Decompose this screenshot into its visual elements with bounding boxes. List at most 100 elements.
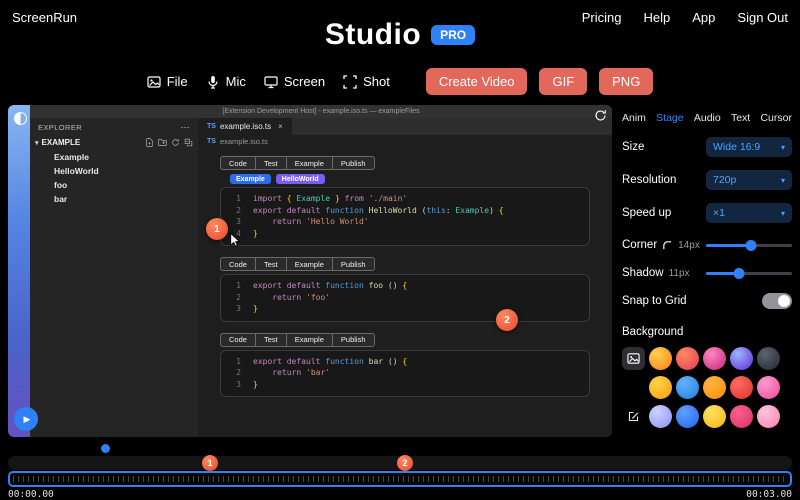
breadcrumb[interactable]: TS example.iso.ts [198,135,612,148]
file-item-bar[interactable]: bar [30,192,198,206]
background-swatch[interactable] [649,347,672,370]
symbol-badge[interactable]: HelloWorld [275,174,325,184]
code-card-tab[interactable]: Example [285,332,333,347]
code-line: 1 import { Example } from './main' [229,193,581,205]
source-mic-button[interactable]: Mic [206,74,246,89]
close-tab-icon[interactable]: × [278,122,283,131]
background-swatch[interactable] [730,347,753,370]
anim-step-marker-2[interactable]: 2 [496,309,518,331]
resolution-select[interactable]: 720p ▾ [706,170,792,190]
background-swatch[interactable] [676,405,699,428]
background-swatch[interactable] [649,376,672,399]
source-screen-label: Screen [283,74,326,89]
background-swatch[interactable] [649,405,672,428]
timeline-ruler[interactable] [8,471,792,487]
refresh-preview-icon[interactable] [594,109,607,122]
explorer-section-example[interactable]: ▾ EXAMPLE [30,135,198,150]
code-card-tab[interactable]: Publish [331,156,375,170]
new-folder-icon[interactable] [158,138,167,147]
background-swatch[interactable] [730,376,753,399]
shadow-slider[interactable] [706,267,792,280]
code-card-tab[interactable]: Code [220,257,256,271]
video-preview-stage[interactable]: [Extension Development Host] - example.i… [8,105,612,437]
code-card-tab[interactable]: Publish [331,257,375,271]
background-row-solids [622,376,792,399]
timeline-marker-track[interactable]: 1 2 [8,455,792,471]
slider-thumb[interactable] [745,239,757,251]
anim-step-marker-1[interactable]: 1 [206,218,228,240]
background-swatch[interactable] [676,347,699,370]
code-line: 4} [229,228,581,240]
code-block: 1 import { Example } from './main' 2 export… [220,187,590,246]
new-file-icon[interactable] [145,138,154,147]
collapse-all-icon[interactable] [184,138,193,147]
more-icon[interactable]: ⋯ [181,122,190,133]
line-number: 2 [236,368,241,377]
breadcrumb-file: example.iso.ts [219,137,268,146]
source-file-button[interactable]: File [147,74,188,89]
timeline-playhead[interactable] [101,444,110,453]
image-icon [627,353,640,364]
tab-cursor[interactable]: Cursor [760,112,792,124]
code-card-tab[interactable]: Test [254,156,287,170]
code-card-tab[interactable]: Code [220,332,256,347]
code-card-tab[interactable]: Code [220,156,256,170]
code-card-tab[interactable]: Test [254,257,287,271]
source-screen-button[interactable]: Screen [264,74,325,89]
code-cards-area: Code Test Example Publish Example HelloWorld 1… [198,148,612,437]
tab-text[interactable]: Text [731,112,750,124]
background-label: Background [622,326,684,338]
speed-select[interactable]: ×1 ▾ [706,203,792,223]
code-card: Code Test Example Publish 1 export default fu… [220,332,590,397]
timeline-marker-1[interactable]: 1 [202,455,218,471]
tab-anim[interactable]: Anim [622,112,646,124]
export-png-button[interactable]: PNG [599,68,654,95]
play-button[interactable]: ▶ [14,407,38,431]
code-line: 3} [229,303,581,315]
file-item-example[interactable]: Example [30,150,198,164]
background-swatch[interactable] [703,347,726,370]
chevron-down-icon: ▾ [780,175,785,185]
symbol-badge[interactable]: Example [230,174,271,184]
code-card-tab-strip: Code Test Example Publish [220,257,588,271]
corner-slider[interactable] [706,239,792,252]
code-line: 2 export default function HelloWorld (thi… [229,205,581,217]
background-swatch[interactable] [730,405,753,428]
edit-background-button[interactable] [622,405,645,428]
code-card-tab[interactable]: Publish [331,332,375,347]
background-swatch[interactable] [757,376,780,399]
preview-visibility-toggle-icon[interactable] [14,112,27,125]
toggle-knob [778,295,790,307]
code-card-tab[interactable]: Test [254,332,287,347]
file-image-icon [147,75,161,88]
export-gif-button[interactable]: GIF [539,68,588,95]
refresh-explorer-icon[interactable] [171,138,180,147]
background-swatch[interactable] [703,405,726,428]
source-shot-button[interactable]: Shot [343,74,390,89]
file-item-foo[interactable]: foo [30,178,198,192]
tab-example-iso-ts[interactable]: TS example.iso.ts × [198,118,292,135]
timeline-marker-2[interactable]: 2 [397,455,413,471]
slider-thumb[interactable] [733,267,745,279]
background-swatch[interactable] [757,405,780,428]
background-swatch[interactable] [676,376,699,399]
code-line: 2 return 'bar' [229,367,581,379]
snap-to-grid-toggle[interactable] [762,293,792,309]
tab-audio[interactable]: Audio [694,112,721,124]
code-card-tab[interactable]: Example [285,156,333,170]
time-start: 00:00.00 [8,489,54,500]
tab-stage[interactable]: Stage [656,112,683,124]
explorer-title: EXPLORER [38,123,83,132]
line-number: 3 [236,304,241,313]
size-select[interactable]: Wide 16:9 ▾ [706,137,792,157]
background-swatch[interactable] [703,376,726,399]
corner-label: Corner [622,239,658,251]
source-file-label: File [166,74,188,89]
create-video-button[interactable]: Create Video [425,68,528,95]
background-image-button[interactable] [622,347,645,370]
background-swatch[interactable] [757,347,780,370]
file-item-helloworld[interactable]: HelloWorld [30,164,198,178]
corner-value: 14px [678,239,700,251]
code-card-tab[interactable]: Example [285,257,333,271]
